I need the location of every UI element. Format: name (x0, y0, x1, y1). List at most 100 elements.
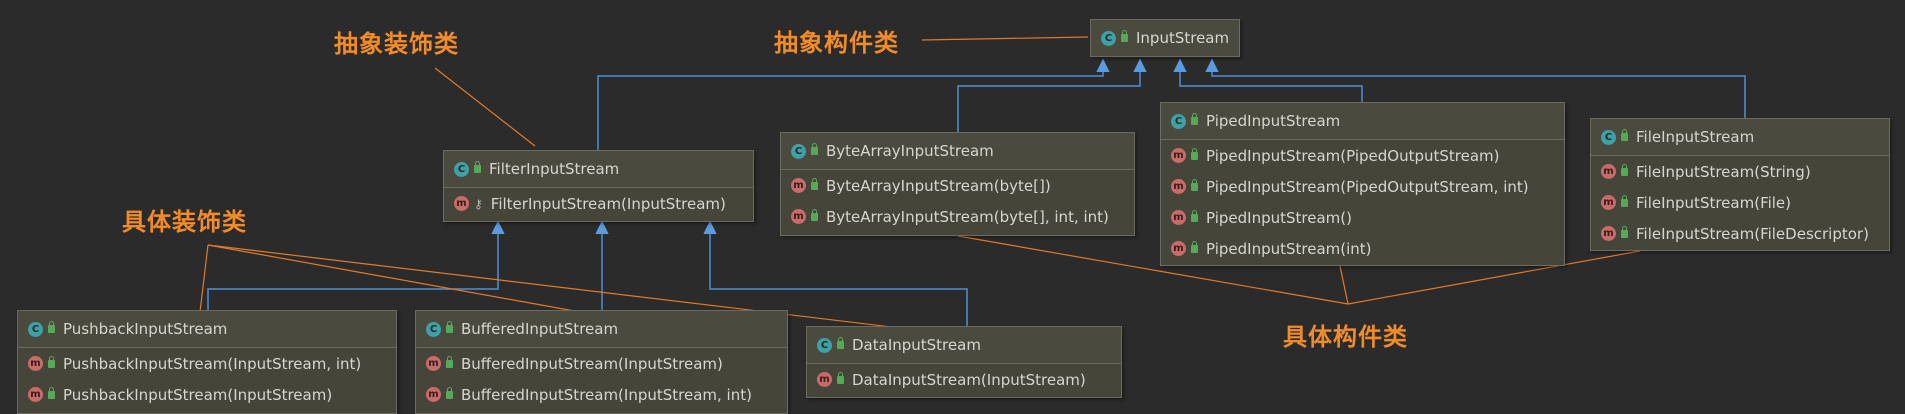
method-row[interactable]: m BufferedInputStream(InputStream, int) (416, 379, 787, 410)
class-name: PushbackInputStream (63, 320, 228, 338)
method-signature: DataInputStream(InputStream) (852, 370, 1086, 389)
class-data-input-stream[interactable]: C DataInputStream m DataInputStream(Inpu… (806, 326, 1122, 398)
lock-icon (1191, 240, 1198, 253)
class-filter-input-stream[interactable]: C FilterInputStream m ⚷ FilterInputStrea… (443, 150, 754, 222)
method-row[interactable]: m BufferedInputStream(InputStream) (416, 348, 787, 379)
method-icon: m (1601, 195, 1616, 210)
lock-icon (811, 177, 818, 190)
method-row[interactable]: m DataInputStream(InputStream) (807, 364, 1121, 395)
method-row[interactable]: m FileInputStream(File) (1591, 187, 1889, 218)
class-name: FileInputStream (1636, 128, 1755, 146)
method-row[interactable]: m FileInputStream(String) (1591, 156, 1889, 187)
class-icon: C (454, 161, 469, 177)
annotation-line-concrete-decorator-b (207, 244, 581, 313)
method-icon: m (1171, 241, 1186, 256)
class-icon: C (817, 337, 832, 353)
lock-icon (446, 321, 453, 333)
lock-icon (48, 355, 55, 368)
key-icon: ⚷ (474, 196, 483, 211)
annotation-line-abstract-decorator (434, 67, 536, 147)
label-abstract-decorator: 抽象装饰类 (334, 30, 459, 58)
lock-icon (1191, 113, 1198, 125)
edge-pushback-to-filter (207, 220, 505, 310)
method-icon: m (1601, 226, 1616, 241)
method-signature: BufferedInputStream(InputStream, int) (461, 385, 752, 404)
method-row[interactable]: m PipedInputStream(int) (1161, 233, 1564, 264)
label-abstract-component: 抽象构件类 (774, 29, 899, 57)
method-row[interactable]: m PushbackInputStream(InputStream) (18, 379, 396, 410)
class-pushback-input-stream[interactable]: C PushbackInputStream m PushbackInputStr… (17, 310, 397, 414)
method-signature: FileInputStream(File) (1636, 193, 1792, 212)
class-icon: C (1101, 30, 1116, 46)
method-signature: PipedInputStream() (1206, 208, 1352, 227)
class-icon: C (1171, 113, 1186, 129)
method-icon: m (1601, 164, 1616, 179)
edge-bytearray-to-inputstream (957, 58, 1147, 132)
class-name: BufferedInputStream (461, 320, 619, 338)
lock-icon (48, 386, 55, 399)
method-signature: PipedInputStream(PipedOutputStream) (1206, 146, 1500, 165)
class-icon: C (426, 321, 441, 337)
lock-icon (811, 143, 818, 155)
method-row[interactable]: m PushbackInputStream(InputStream, int) (18, 348, 396, 379)
label-concrete-component: 具体构件类 (1283, 323, 1408, 351)
method-signature: BufferedInputStream(InputStream) (461, 354, 723, 373)
method-row[interactable]: m ⚷ FilterInputStream(InputStream) (444, 188, 753, 219)
lock-icon (1191, 178, 1198, 191)
method-row[interactable]: m ByteArrayInputStream(byte[], int, int) (781, 201, 1134, 232)
method-icon: m (1171, 179, 1186, 194)
class-name: FilterInputStream (489, 160, 620, 178)
class-icon: C (791, 143, 806, 159)
method-icon: m (1171, 210, 1186, 225)
method-signature: PipedInputStream(int) (1206, 239, 1372, 258)
lock-icon (474, 161, 481, 173)
method-signature: FileInputStream(String) (1636, 162, 1811, 181)
lock-icon (1191, 147, 1198, 160)
class-byte-array-input-stream[interactable]: C ByteArrayInputStream m ByteArrayInputS… (780, 132, 1135, 236)
method-signature: FileInputStream(FileDescriptor) (1636, 224, 1869, 243)
lock-icon (48, 321, 55, 333)
lock-icon (446, 386, 453, 399)
lock-icon (1121, 30, 1128, 42)
label-concrete-decorator: 具体装饰类 (122, 208, 247, 236)
method-icon: m (817, 372, 832, 387)
method-row[interactable]: m ByteArrayInputStream(byte[]) (781, 170, 1134, 201)
method-icon: m (426, 387, 441, 402)
annotation-line-abstract-component (921, 36, 1089, 41)
lock-icon (1621, 129, 1628, 141)
method-icon: m (28, 387, 43, 402)
method-signature: PushbackInputStream(InputStream) (63, 385, 333, 404)
method-icon: m (454, 196, 469, 211)
lock-icon (1621, 163, 1628, 176)
method-signature: PipedInputStream(PipedOutputStream, int) (1206, 177, 1529, 196)
class-file-input-stream[interactable]: C FileInputStream m FileInputStream(Stri… (1590, 118, 1890, 251)
class-piped-input-stream[interactable]: C PipedInputStream m PipedInputStream(Pi… (1160, 102, 1565, 266)
lock-icon (811, 208, 818, 221)
method-signature: ByteArrayInputStream(byte[], int, int) (826, 207, 1109, 226)
edge-piped-to-inputstream (1173, 58, 1363, 102)
lock-icon (1621, 194, 1628, 207)
lock-icon (1621, 225, 1628, 238)
annotation-line-concrete-decorator-a (199, 244, 209, 313)
method-row[interactable]: m PipedInputStream(PipedOutputStream) (1161, 140, 1564, 171)
method-icon: m (426, 356, 441, 371)
class-icon: C (28, 321, 43, 337)
method-row[interactable]: m PipedInputStream() (1161, 202, 1564, 233)
method-icon: m (1171, 148, 1186, 163)
method-icon: m (791, 178, 806, 193)
class-name: PipedInputStream (1206, 112, 1341, 130)
lock-icon (446, 355, 453, 368)
method-icon: m (791, 209, 806, 224)
method-signature: ByteArrayInputStream(byte[]) (826, 176, 1051, 195)
method-row[interactable]: m PipedInputStream(PipedOutputStream, in… (1161, 171, 1564, 202)
method-row[interactable]: m FileInputStream(FileDescriptor) (1591, 218, 1889, 249)
class-icon: C (1601, 129, 1616, 145)
class-input-stream[interactable]: C InputStream (1090, 19, 1240, 57)
lock-icon (1191, 209, 1198, 222)
lock-icon (837, 371, 844, 384)
annotation-line-concrete-component-b (1339, 265, 1349, 305)
class-name: ByteArrayInputStream (826, 142, 994, 160)
class-buffered-input-stream[interactable]: C BufferedInputStream m BufferedInputStr… (415, 310, 788, 414)
class-name: InputStream (1136, 29, 1230, 47)
method-icon: m (28, 356, 43, 371)
